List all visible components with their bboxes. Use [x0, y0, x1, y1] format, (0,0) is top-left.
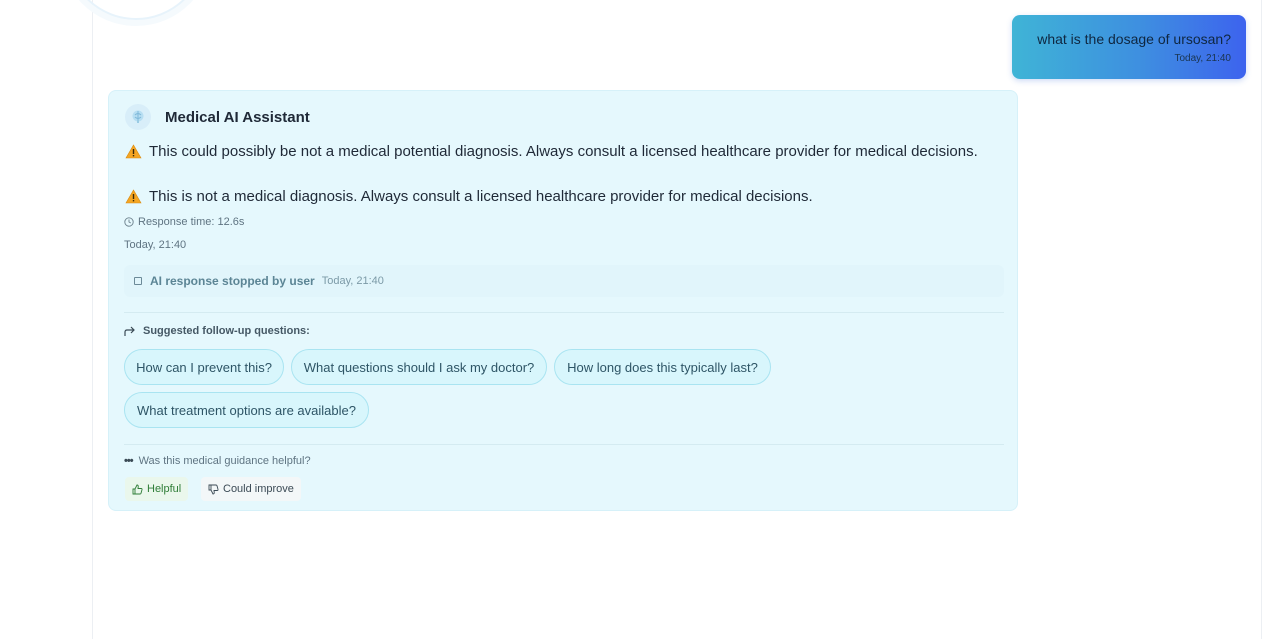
response-stopped-notice: AI response stopped by user Today, 21:40	[124, 265, 1004, 297]
warning-line-2: This is not a medical diagnosis. Always …	[125, 188, 813, 205]
assistant-name: Medical AI Assistant	[165, 108, 310, 126]
clock-icon	[124, 217, 134, 227]
chat-page: what is the dosage of ursosan? Today, 21…	[0, 0, 1268, 639]
user-message-bubble: what is the dosage of ursosan? Today, 21…	[1012, 15, 1246, 79]
user-message-text: what is the dosage of ursosan?	[1037, 31, 1231, 47]
followup-heading: Suggested follow-up questions:	[124, 325, 310, 337]
user-message-time: Today, 21:40	[1174, 53, 1231, 64]
stop-square-icon	[134, 277, 142, 285]
helpful-label: Helpful	[147, 483, 182, 495]
left-panel-divider	[92, 0, 93, 639]
followup-chip[interactable]: What treatment options are available?	[124, 392, 369, 428]
stopped-time: Today, 21:40	[321, 275, 384, 287]
reply-arrow-icon	[124, 326, 135, 336]
stopped-label: AI response stopped by user	[150, 274, 315, 288]
section-divider	[124, 312, 1004, 313]
response-time: Response time: 12.6s	[124, 216, 244, 228]
assistant-message-card: Medical AI Assistant This could possibly…	[108, 90, 1018, 511]
warning-text-1: This could possibly be not a medical pot…	[149, 143, 978, 160]
thumbs-down-icon	[208, 484, 219, 494]
assistant-time: Today, 21:40	[124, 239, 187, 251]
followup-chip[interactable]: What questions should I ask my doctor?	[291, 349, 547, 385]
warning-triangle-icon	[125, 144, 142, 159]
right-panel-divider	[1261, 0, 1262, 639]
response-time-text: Response time: 12.6s	[138, 216, 245, 228]
assistant-header: Medical AI Assistant	[125, 104, 310, 130]
followup-chip[interactable]: How long does this typically last?	[554, 349, 771, 385]
could-improve-button[interactable]: Could improve	[201, 477, 301, 501]
feedback-question-text: Was this medical guidance helpful?	[138, 455, 311, 467]
helpful-button[interactable]: Helpful	[125, 477, 189, 501]
feedback-question: ••• Was this medical guidance helpful?	[124, 455, 311, 467]
ellipsis-icon: •••	[124, 455, 134, 467]
followup-chip[interactable]: How can I prevent this?	[124, 349, 284, 385]
section-divider	[124, 444, 1004, 445]
warning-line-1: This could possibly be not a medical pot…	[125, 143, 978, 160]
followup-heading-text: Suggested follow-up questions:	[143, 325, 310, 337]
decorative-circle	[66, 0, 206, 20]
warning-text-2: This is not a medical diagnosis. Always …	[149, 188, 813, 205]
brain-icon	[125, 104, 151, 130]
improve-label: Could improve	[223, 483, 294, 495]
thumbs-up-icon	[132, 484, 143, 494]
warning-triangle-icon	[125, 189, 142, 204]
